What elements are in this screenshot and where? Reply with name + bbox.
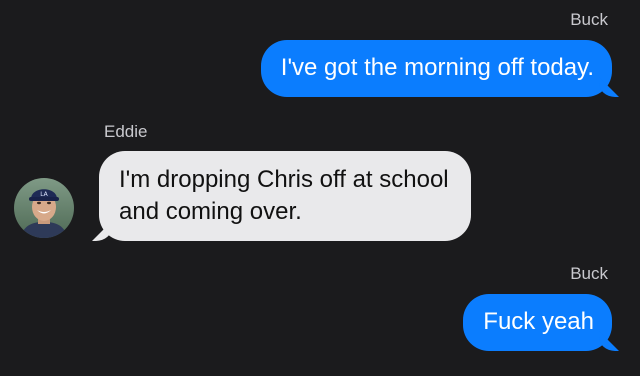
message-bubble-incoming[interactable]: I'm dropping Chris off at school and com…	[99, 151, 471, 241]
message-text: I've got the morning off today.	[280, 54, 594, 81]
message-text: Fuck yeah	[483, 308, 594, 335]
message-thread: Buck I've got the morning off today. Edd…	[0, 0, 640, 376]
avatar-photo-icon: LA	[14, 178, 74, 238]
message-bubble-outgoing[interactable]: I've got the morning off today.	[260, 40, 612, 97]
message-text-line: I'm dropping Chris off at school	[119, 166, 449, 193]
message-bubble-outgoing[interactable]: Fuck yeah	[463, 294, 612, 351]
sender-name-buck: Buck	[570, 264, 608, 283]
contact-avatar[interactable]: LA	[14, 178, 74, 238]
sender-name-buck: Buck	[570, 10, 608, 29]
sender-name-eddie: Eddie	[104, 122, 148, 141]
message-text-line: and coming over.	[119, 198, 302, 225]
svg-text:LA: LA	[40, 191, 48, 198]
